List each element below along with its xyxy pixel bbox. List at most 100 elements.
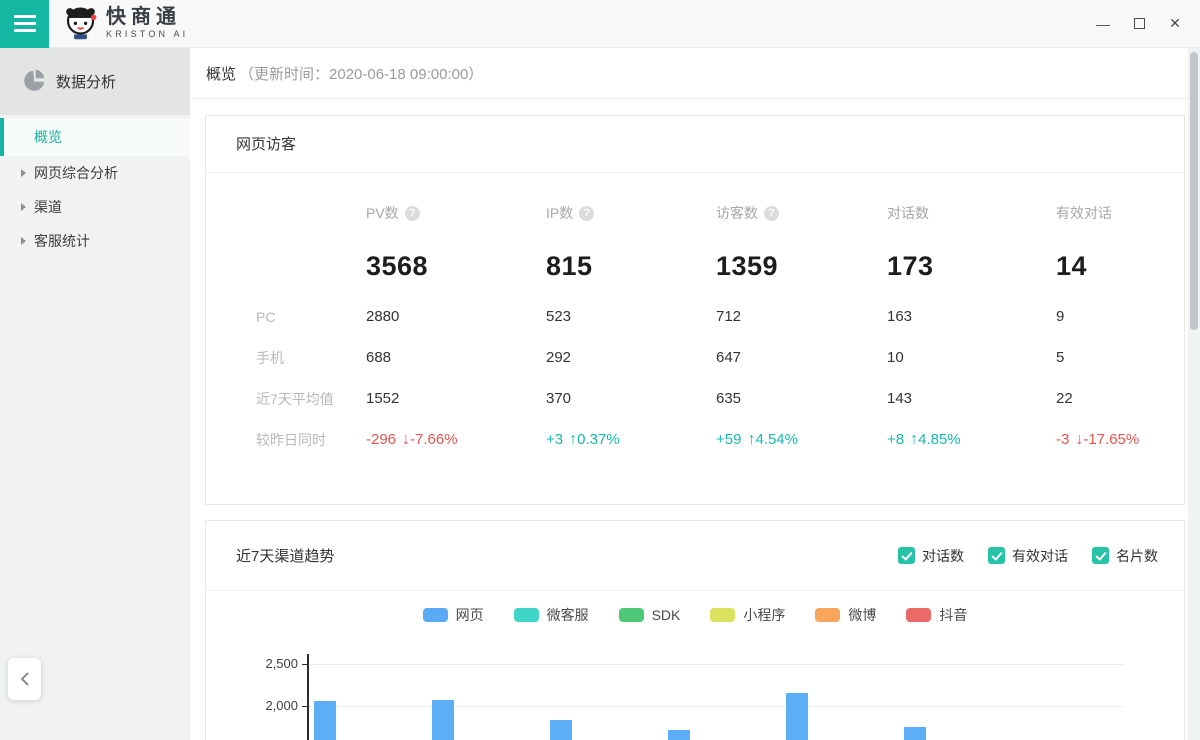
collapse-sidebar-button[interactable] bbox=[8, 658, 41, 700]
checkbox-checked-icon bbox=[898, 547, 915, 564]
sidebar-item-channels[interactable]: 渠道 bbox=[0, 190, 190, 224]
legend-swatch bbox=[619, 608, 644, 622]
checkbox-dialogs[interactable]: 对话数 bbox=[898, 546, 964, 566]
column-header: IP数 bbox=[546, 203, 573, 223]
change-cell: +8↑4.85% bbox=[887, 431, 1056, 449]
legend-label: 微博 bbox=[848, 605, 876, 625]
visitor-metrics-table: PV数? IP数? 访客数? 对话数 有效对话 3568 815 1359 17… bbox=[206, 190, 1184, 460]
window-controls: — ✕ bbox=[1094, 15, 1200, 33]
bar bbox=[550, 720, 572, 740]
maximize-button[interactable] bbox=[1130, 15, 1148, 33]
gridline bbox=[309, 664, 1124, 665]
cell-value: 22 bbox=[1056, 390, 1184, 407]
sidebar-item-agent-stats[interactable]: 客服统计 bbox=[0, 224, 190, 258]
cell-value: 163 bbox=[887, 308, 1056, 325]
cell-value: 1552 bbox=[366, 390, 546, 407]
arrow-up-icon: ↑ bbox=[910, 431, 918, 449]
checkbox-checked-icon bbox=[1092, 547, 1109, 564]
chevron-right-icon bbox=[21, 169, 26, 177]
legend-item[interactable]: 抖音 bbox=[906, 605, 967, 625]
arrow-up-icon: ↑ bbox=[747, 431, 755, 449]
legend-item[interactable]: 微客服 bbox=[514, 605, 589, 625]
cell-value: 635 bbox=[716, 390, 887, 407]
row-label: 近7天平均值 bbox=[256, 389, 366, 409]
cell-value: 143 bbox=[887, 390, 1056, 407]
legend-item[interactable]: 小程序 bbox=[710, 605, 785, 625]
scrollbar-thumb[interactable] bbox=[1190, 52, 1198, 330]
help-icon[interactable]: ? bbox=[764, 206, 779, 221]
page-title: 概览 bbox=[206, 63, 236, 84]
legend-swatch bbox=[514, 608, 539, 622]
change-cell: -296↓-7.66% bbox=[366, 431, 546, 449]
column-header: 访客数 bbox=[716, 203, 758, 223]
trend-card-header: 近7天渠道趋势 对话数 有效对话 名片数 bbox=[206, 521, 1184, 591]
web-visitors-card: 网页访客 PV数? IP数? 访客数? 对话数 有效对话 3568 815 13… bbox=[205, 115, 1185, 505]
metric-total: 815 bbox=[546, 251, 716, 282]
pie-chart-icon bbox=[23, 69, 45, 95]
cell-value: 523 bbox=[546, 308, 716, 325]
chart-legend: 网页 微客服 SDK 小程序 微博 抖音 bbox=[206, 605, 1184, 625]
channel-trend-card: 近7天渠道趋势 对话数 有效对话 名片数 网页 微客服 SDK 小程序 微博 抖… bbox=[205, 520, 1185, 740]
bar bbox=[786, 693, 808, 740]
hamburger-menu-icon[interactable] bbox=[0, 0, 49, 48]
chevron-left-icon bbox=[19, 671, 31, 687]
brand-name-cn: 快商通 bbox=[106, 7, 188, 28]
metric-total: 1359 bbox=[716, 251, 887, 282]
bar bbox=[432, 700, 454, 740]
sidebar: 数据分析 概览 网页综合分析 渠道 客服统计 bbox=[0, 48, 190, 740]
cell-value: 712 bbox=[716, 308, 887, 325]
change-cell: +3↑0.37% bbox=[546, 431, 716, 449]
checkbox-label: 有效对话 bbox=[1012, 546, 1068, 566]
legend-label: 网页 bbox=[456, 605, 484, 625]
legend-item[interactable]: 微博 bbox=[815, 605, 876, 625]
cell-value: 688 bbox=[366, 349, 546, 366]
change-cell: +59↑4.54% bbox=[716, 431, 887, 449]
sidebar-section-header: 数据分析 bbox=[0, 48, 190, 115]
close-button[interactable]: ✕ bbox=[1166, 15, 1184, 33]
y-axis-line bbox=[307, 654, 309, 740]
y-axis-tick-label: 2,000 bbox=[236, 698, 298, 713]
help-icon[interactable]: ? bbox=[579, 206, 594, 221]
sidebar-item-label: 客服统计 bbox=[34, 231, 90, 251]
sidebar-menu: 概览 网页综合分析 渠道 客服统计 bbox=[0, 115, 190, 258]
sidebar-item-label: 概览 bbox=[34, 127, 62, 147]
update-time: （更新时间：2020-06-18 09:00:00） bbox=[239, 63, 483, 84]
main-content: 概览 （更新时间：2020-06-18 09:00:00） 网页访客 PV数? … bbox=[190, 48, 1200, 740]
metric-checkbox-group: 对话数 有效对话 名片数 bbox=[898, 546, 1158, 566]
column-header: 有效对话 bbox=[1056, 203, 1112, 223]
row-label: 较昨日同时 bbox=[256, 430, 366, 450]
legend-swatch bbox=[815, 608, 840, 622]
legend-item[interactable]: 网页 bbox=[423, 605, 484, 625]
pc-row: PC 2880 523 712 163 9 bbox=[256, 296, 1184, 337]
sidebar-item-web-analysis[interactable]: 网页综合分析 bbox=[0, 156, 190, 190]
column-header: 对话数 bbox=[887, 203, 929, 223]
mascot-logo-icon bbox=[62, 3, 99, 45]
minimize-button[interactable]: — bbox=[1094, 15, 1112, 33]
cell-value: 5 bbox=[1056, 349, 1184, 366]
bar bbox=[314, 701, 336, 740]
checkbox-valid-dialogs[interactable]: 有效对话 bbox=[988, 546, 1068, 566]
sidebar-item-label: 渠道 bbox=[34, 197, 62, 217]
metric-total: 3568 bbox=[366, 251, 546, 282]
bar bbox=[904, 727, 926, 740]
totals-row: 3568 815 1359 173 14 bbox=[256, 236, 1184, 296]
y-axis-tick-label: 2,500 bbox=[236, 656, 298, 671]
cell-value: 10 bbox=[887, 349, 1056, 366]
help-icon[interactable]: ? bbox=[405, 206, 420, 221]
maximize-icon bbox=[1134, 18, 1145, 29]
card-title: 近7天渠道趋势 bbox=[236, 545, 334, 566]
axis-tick bbox=[302, 706, 307, 707]
arrow-down-icon: ↓ bbox=[402, 431, 410, 449]
sidebar-item-label: 网页综合分析 bbox=[34, 163, 118, 183]
scrollbar-track[interactable] bbox=[1188, 48, 1200, 740]
row-label: PC bbox=[256, 309, 366, 325]
legend-item[interactable]: SDK bbox=[619, 607, 681, 623]
axis-tick bbox=[302, 664, 307, 665]
metric-total: 173 bbox=[887, 251, 1056, 282]
bar-chart-plot bbox=[307, 664, 1124, 740]
sidebar-item-overview[interactable]: 概览 bbox=[0, 118, 190, 156]
change-cell: -3↓-17.65% bbox=[1056, 431, 1184, 449]
sidebar-section-label: 数据分析 bbox=[56, 71, 116, 92]
legend-swatch bbox=[906, 608, 931, 622]
checkbox-cards[interactable]: 名片数 bbox=[1092, 546, 1158, 566]
